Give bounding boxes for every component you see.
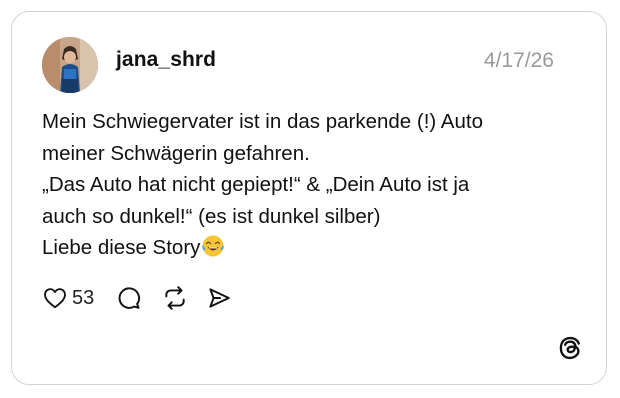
post-text-line: auch so dunkel!“ (es ist dunkel silber) bbox=[42, 204, 381, 228]
like-button[interactable]: 53 bbox=[42, 285, 94, 311]
post-text-line: Mein Schwiegervater ist in das parkende … bbox=[42, 110, 483, 133]
tears-of-joy-emoji-icon bbox=[202, 235, 225, 257]
username[interactable]: jana_shrd bbox=[116, 48, 216, 72]
comment-button[interactable] bbox=[116, 285, 142, 311]
heart-icon bbox=[44, 288, 66, 309]
repost-icon bbox=[165, 286, 185, 310]
post-text-line: „Das Auto hat nicht gepiept!“ & „Dein Au… bbox=[42, 173, 470, 196]
threads-logo-icon[interactable] bbox=[556, 334, 584, 362]
repost-button[interactable] bbox=[162, 285, 188, 311]
action-bar: 53 bbox=[42, 282, 232, 314]
send-icon bbox=[209, 288, 230, 308]
comment-icon bbox=[118, 287, 141, 309]
post-text-last-line: Liebe diese Story bbox=[42, 232, 582, 264]
share-button[interactable] bbox=[206, 285, 232, 311]
avatar-photo bbox=[42, 37, 98, 93]
post-text-line: meiner Schwägerin gefahren. bbox=[42, 141, 310, 165]
post-card[interactable]: jana_shrd 4/17/26 Mein Schwiegervater is… bbox=[11, 11, 607, 385]
post-text-line: Liebe diese Story bbox=[42, 236, 201, 259]
post-date: 4/17/26 bbox=[483, 49, 554, 72]
avatar[interactable] bbox=[42, 37, 98, 93]
like-count: 53 bbox=[72, 286, 95, 309]
post-text: Mein Schwiegervater ist in das parkende … bbox=[42, 106, 582, 264]
